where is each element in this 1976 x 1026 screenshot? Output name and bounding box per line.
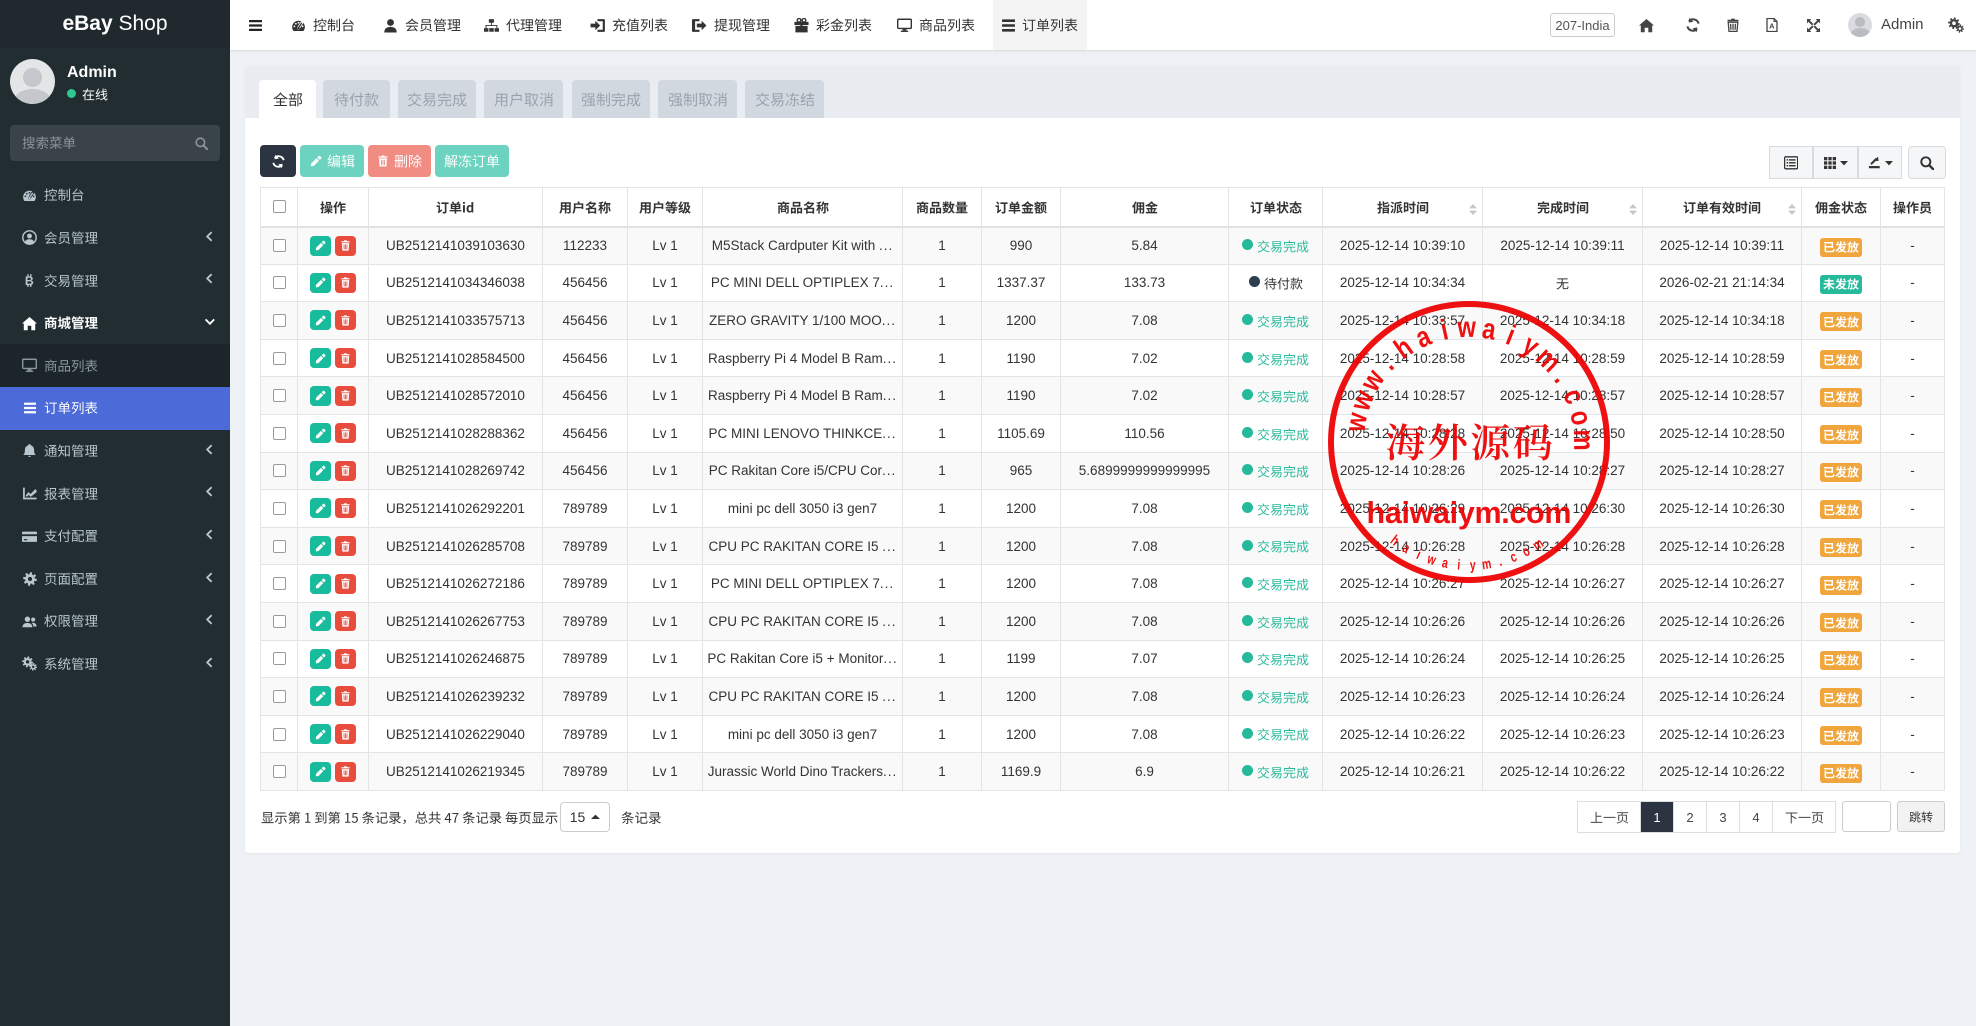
svg-text:.: . <box>1497 553 1504 569</box>
svg-text:a: a <box>1410 319 1436 354</box>
svg-text:m: m <box>1530 535 1547 554</box>
svg-text:c: c <box>1508 549 1519 566</box>
svg-text:o: o <box>1520 543 1533 560</box>
svg-text:haiwaiym.com: haiwaiym.com <box>1367 496 1572 530</box>
svg-text:o: o <box>1564 407 1599 428</box>
svg-text:B: B <box>25 274 34 288</box>
svg-text:A: A <box>1769 22 1775 31</box>
svg-text:a: a <box>1441 555 1451 572</box>
svg-text:i: i <box>1438 313 1452 346</box>
svg-text:w: w <box>1456 311 1476 344</box>
svg-text:c: c <box>1557 384 1592 409</box>
svg-text:w: w <box>1425 550 1439 568</box>
svg-text:a: a <box>1480 312 1499 347</box>
svg-text:y: y <box>1470 557 1476 573</box>
svg-text:a: a <box>1400 540 1414 557</box>
svg-text:i: i <box>1457 557 1461 573</box>
svg-text:i: i <box>1414 547 1423 563</box>
svg-text:m: m <box>1481 556 1492 573</box>
svg-text:m: m <box>1567 429 1600 451</box>
svg-text:h: h <box>1388 330 1419 365</box>
svg-text:i: i <box>1502 319 1520 352</box>
svg-text:h: h <box>1387 532 1402 549</box>
